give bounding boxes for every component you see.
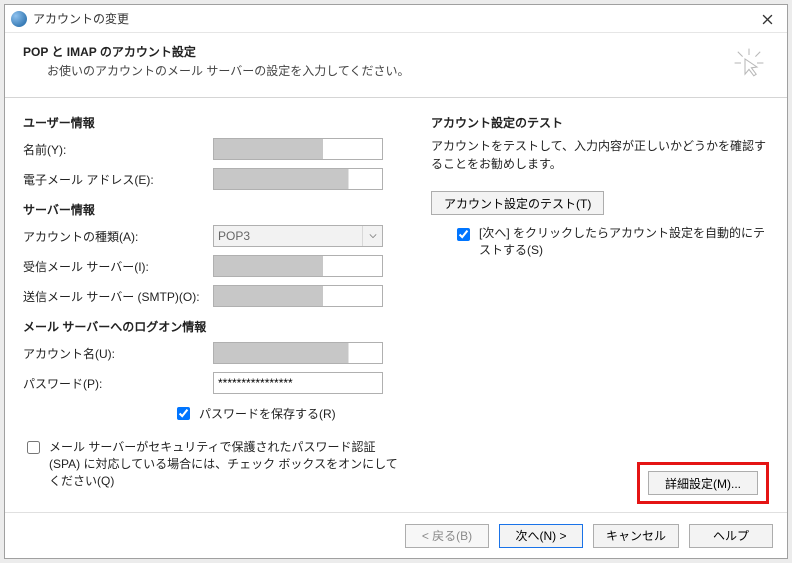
back-button: < 戻る(B): [405, 524, 489, 548]
cancel-button[interactable]: キャンセル: [593, 524, 679, 548]
header-area: POP と IMAP のアカウント設定 お使いのアカウントのメール サーバーの設…: [5, 33, 787, 97]
outgoing-server-input[interactable]: [213, 285, 383, 307]
close-button[interactable]: [747, 5, 787, 33]
outgoing-row: 送信メール サーバー (SMTP)(O):: [23, 284, 403, 308]
email-row: 電子メール アドレス(E):: [23, 167, 403, 191]
password-label: パスワード(P):: [23, 375, 213, 392]
advanced-settings-highlight: 詳細設定(M)...: [637, 462, 769, 504]
globe-icon: [11, 11, 27, 27]
close-icon: [762, 14, 773, 25]
auto-test-row: [次へ] をクリックしたらアカウント設定を自動的にテストする(S): [453, 225, 769, 259]
name-label: 名前(Y):: [23, 141, 213, 158]
header-title: POP と IMAP のアカウント設定: [23, 43, 769, 60]
account-type-row: アカウントの種類(A): POP3: [23, 224, 403, 248]
test-heading: アカウント設定のテスト: [431, 114, 769, 131]
next-button[interactable]: 次へ(N) >: [499, 524, 583, 548]
right-column: アカウント設定のテスト アカウントをテストして、入力内容が正しいかどうかを確認す…: [431, 112, 769, 504]
spa-label: メール サーバーがセキュリティで保護されたパスワード認証 (SPA) に対応して…: [49, 439, 403, 489]
name-row: 名前(Y):: [23, 137, 403, 161]
user-info-heading: ユーザー情報: [23, 114, 403, 131]
account-type-label: アカウントの種類(A):: [23, 228, 213, 245]
chevron-down-icon: [362, 226, 382, 246]
incoming-label: 受信メール サーバー(I):: [23, 258, 213, 275]
incoming-row: 受信メール サーバー(I):: [23, 254, 403, 278]
save-password-checkbox[interactable]: [177, 407, 190, 420]
password-row: パスワード(P):: [23, 371, 403, 395]
account-name-row: アカウント名(U):: [23, 341, 403, 365]
save-password-row: パスワードを保存する(R): [173, 401, 403, 423]
body: ユーザー情報 名前(Y): 電子メール アドレス(E): サーバー情報 アカウン…: [5, 98, 787, 504]
auto-test-checkbox[interactable]: [457, 228, 470, 241]
advanced-settings-button[interactable]: 詳細設定(M)...: [648, 471, 758, 495]
account-name-label: アカウント名(U):: [23, 345, 213, 362]
left-column: ユーザー情報 名前(Y): 電子メール アドレス(E): サーバー情報 アカウン…: [23, 112, 403, 504]
account-type-value: POP3: [218, 229, 250, 243]
password-input[interactable]: [213, 372, 383, 394]
window-title: アカウントの変更: [33, 10, 129, 27]
server-info-heading: サーバー情報: [23, 201, 403, 218]
outgoing-label: 送信メール サーバー (SMTP)(O):: [23, 288, 213, 305]
incoming-server-input[interactable]: [213, 255, 383, 277]
test-account-button[interactable]: アカウント設定のテスト(T): [431, 191, 604, 215]
cursor-icon: [733, 47, 765, 79]
account-change-dialog: アカウントの変更 POP と IMAP のアカウント設定 お使いのアカウントのメ…: [4, 4, 788, 559]
logon-info-heading: メール サーバーへのログオン情報: [23, 318, 403, 335]
name-input[interactable]: [213, 138, 383, 160]
account-name-input[interactable]: [213, 342, 383, 364]
footer: < 戻る(B) 次へ(N) > キャンセル ヘルプ: [5, 512, 787, 558]
titlebar: アカウントの変更: [5, 5, 787, 33]
save-password-label: パスワードを保存する(R): [199, 405, 336, 422]
spa-checkbox[interactable]: [27, 441, 40, 454]
auto-test-label: [次へ] をクリックしたらアカウント設定を自動的にテストする(S): [479, 225, 769, 259]
test-description: アカウントをテストして、入力内容が正しいかどうかを確認することをお勧めします。: [431, 137, 769, 173]
spa-row: メール サーバーがセキュリティで保護されたパスワード認証 (SPA) に対応して…: [23, 439, 403, 489]
header-subtitle: お使いのアカウントのメール サーバーの設定を入力してください。: [47, 62, 769, 79]
help-button[interactable]: ヘルプ: [689, 524, 773, 548]
email-input[interactable]: [213, 168, 383, 190]
account-type-select: POP3: [213, 225, 383, 247]
email-label: 電子メール アドレス(E):: [23, 171, 213, 188]
